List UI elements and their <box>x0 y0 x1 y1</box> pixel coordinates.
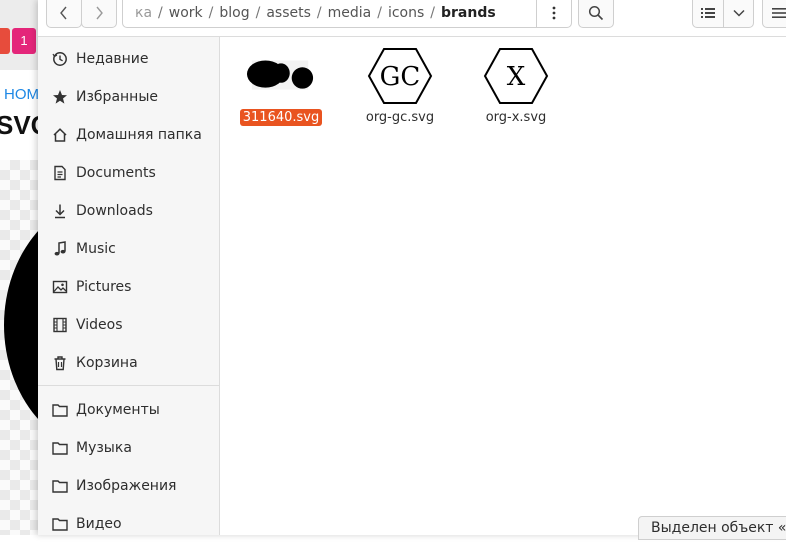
search-button[interactable] <box>578 0 614 28</box>
file-thumbnail: GC <box>365 45 435 107</box>
sidebar-item-label: Домашняя папка <box>76 127 202 143</box>
sidebar-item-label: Documents <box>76 165 156 181</box>
star-icon <box>50 87 70 107</box>
background-browser-window: 1 НОМ SVG <box>0 0 40 535</box>
folder-icon <box>50 400 70 420</box>
view-toggle-button[interactable] <box>692 0 724 28</box>
sidebar-item-music[interactable]: Music <box>38 230 219 268</box>
clock-icon <box>50 49 70 69</box>
folder-icon <box>50 514 70 534</box>
sidebar-item-home[interactable]: Домашняя папка <box>38 116 219 154</box>
breadcrumb-item[interactable]: icons <box>382 5 430 21</box>
file-item[interactable]: X org-x.svg <box>466 45 566 126</box>
sidebar-bookmark-documents[interactable]: Документы <box>38 391 219 429</box>
breadcrumb-item[interactable]: blog <box>213 5 255 21</box>
sidebar-item-downloads[interactable]: Downloads <box>38 192 219 230</box>
sidebar-item-documents[interactable]: Documents <box>38 154 219 192</box>
sidebar-bookmark-videos[interactable]: Видео <box>38 505 219 543</box>
sidebar-item-label: Music <box>76 241 116 257</box>
breadcrumb-current[interactable]: brands <box>435 5 502 21</box>
sidebar-bookmark-music[interactable]: Музыка <box>38 429 219 467</box>
footprints-icon <box>246 60 314 90</box>
sidebar-item-starred[interactable]: Избранные <box>38 78 219 116</box>
background-home-link[interactable]: НОМ <box>4 86 39 103</box>
sidebar-item-recent[interactable]: Недавние <box>38 40 219 78</box>
music-note-icon <box>50 239 70 259</box>
hexagon-icon: GC <box>367 48 433 104</box>
sidebar-item-label: Pictures <box>76 279 132 295</box>
file-view: 311640.svg GC org-gc.svg X org-x.svg <box>220 37 786 535</box>
header-bar: ка / work / blog / assets / media / icon… <box>38 0 786 37</box>
folder-icon <box>50 476 70 496</box>
background-tab-number[interactable]: 1 <box>12 28 36 54</box>
home-icon <box>50 125 70 145</box>
breadcrumb-item[interactable]: media <box>322 5 378 21</box>
sidebar: Недавние Избранные Домашняя папка Docume… <box>38 37 220 535</box>
sidebar-item-trash[interactable]: Корзина <box>38 344 219 382</box>
background-heading: SVG <box>0 110 40 140</box>
forward-button[interactable] <box>81 0 117 28</box>
sidebar-item-label: Избранные <box>76 89 158 105</box>
sidebar-item-label: Недавние <box>76 51 149 67</box>
file-name: org-x.svg <box>485 110 547 125</box>
hexagon-label: X <box>507 62 526 92</box>
breadcrumb-item[interactable]: assets <box>260 5 317 21</box>
chevron-down-icon <box>732 9 745 17</box>
sidebar-item-label: Downloads <box>76 203 153 219</box>
file-name: org-gc.svg <box>365 110 435 125</box>
file-thumbnail <box>246 45 316 107</box>
sidebar-item-label: Видео <box>76 516 122 532</box>
main-menu-button[interactable] <box>762 0 786 28</box>
view-options-button[interactable] <box>723 0 754 28</box>
file-thumbnail: X <box>481 45 551 107</box>
trash-icon <box>50 353 70 373</box>
hamburger-icon <box>772 8 786 18</box>
sidebar-item-label: Videos <box>76 317 123 333</box>
file-item[interactable]: 311640.svg <box>231 45 331 126</box>
hexagon-label: GC <box>380 62 421 92</box>
file-manager-window: ка / work / blog / assets / media / icon… <box>38 0 786 540</box>
vertical-dots-icon <box>552 6 556 20</box>
sidebar-bookmark-pictures[interactable]: Изображения <box>38 467 219 505</box>
list-view-icon <box>701 8 715 18</box>
download-icon <box>50 201 70 221</box>
path-menu-button[interactable] <box>536 0 571 27</box>
breadcrumb-item[interactable]: ка <box>129 5 158 21</box>
status-bar: Выделен объект «3 <box>638 516 786 540</box>
back-button[interactable] <box>46 0 82 28</box>
picture-icon <box>50 277 70 297</box>
folder-icon <box>50 438 70 458</box>
search-icon <box>588 5 604 21</box>
background-tab[interactable] <box>0 28 10 54</box>
film-icon <box>50 315 70 335</box>
breadcrumb: ка / work / blog / assets / media / icon… <box>122 0 572 28</box>
sidebar-item-label: Музыка <box>76 440 132 456</box>
sidebar-divider <box>38 385 219 386</box>
breadcrumb-item[interactable]: work <box>163 5 209 21</box>
document-icon <box>50 163 70 183</box>
chevron-left-icon <box>60 6 67 20</box>
sidebar-item-label: Документы <box>76 402 160 418</box>
hexagon-icon: X <box>483 48 549 104</box>
sidebar-item-videos[interactable]: Videos <box>38 306 219 344</box>
file-item[interactable]: GC org-gc.svg <box>350 45 450 126</box>
sidebar-item-pictures[interactable]: Pictures <box>38 268 219 306</box>
sidebar-item-label: Изображения <box>76 478 177 494</box>
sidebar-item-label: Корзина <box>76 355 138 371</box>
file-name: 311640.svg <box>239 109 323 126</box>
chevron-right-icon <box>96 6 103 20</box>
